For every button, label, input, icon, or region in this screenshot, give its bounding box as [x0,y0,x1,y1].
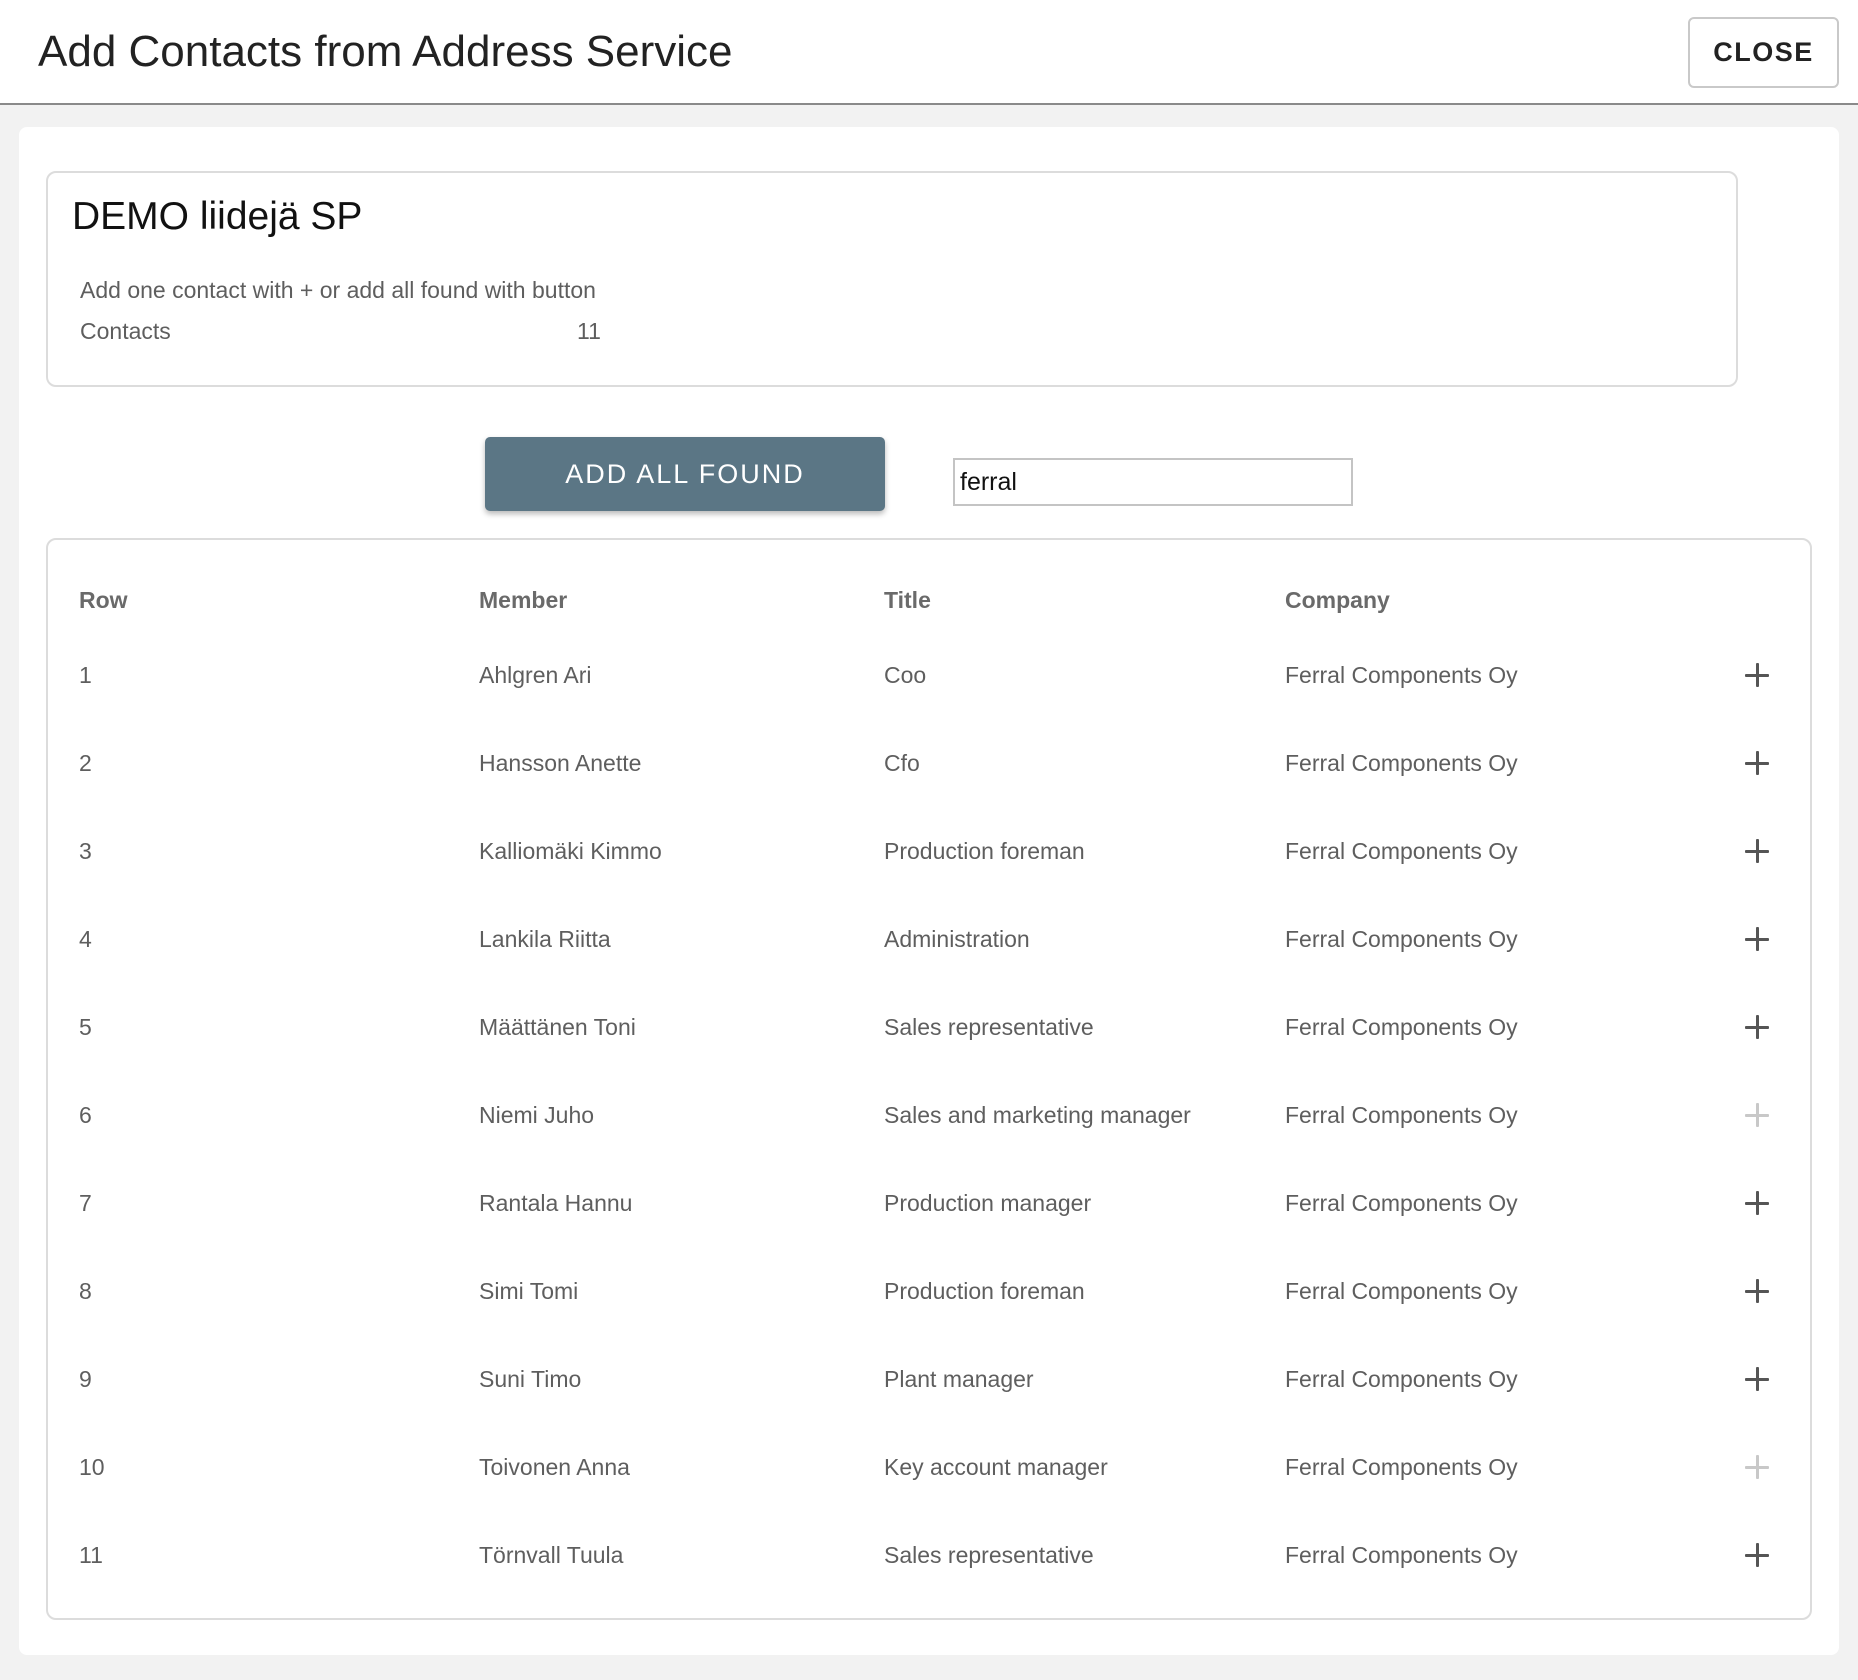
member-title: Production manager [884,1190,1092,1216]
add-contact-plus-icon[interactable] [1736,1006,1778,1048]
member-title: Cfo [884,750,920,776]
row-number: 11 [79,1542,103,1568]
row-number: 5 [79,1014,92,1040]
table-row: 1 Ahlgren Ari Coo Ferral Components Oy [48,660,1810,748]
table-header: Row Member Title Company [48,585,1810,625]
member-name: Hansson Anette [479,750,642,776]
list-name: DEMO liidejä SP [72,195,363,238]
column-header-member: Member [479,587,568,613]
add-contact-plus-icon[interactable] [1736,830,1778,872]
member-company: Ferral Components Oy [1285,1542,1518,1568]
list-info-box: DEMO liidejä SP Add one contact with + o… [46,171,1738,387]
member-name: Törnvall Tuula [479,1542,624,1568]
member-company: Ferral Components Oy [1285,1278,1518,1304]
member-title: Production foreman [884,838,1085,864]
row-number: 2 [79,750,92,776]
add-all-found-button[interactable]: ADD ALL FOUND [485,437,885,511]
member-name: Määttänen Toni [479,1014,636,1040]
member-company: Ferral Components Oy [1285,1102,1518,1128]
search-input[interactable] [953,458,1353,506]
row-number: 3 [79,838,92,864]
table-body: 1 Ahlgren Ari Coo Ferral Components Oy 2… [48,660,1810,1628]
main-card: DEMO liidejä SP Add one contact with + o… [19,127,1839,1655]
member-title: Sales representative [884,1542,1094,1568]
table-row: 9 Suni Timo Plant manager Ferral Compone… [48,1364,1810,1452]
member-company: Ferral Components Oy [1285,1014,1518,1040]
member-name: Suni Timo [479,1366,582,1392]
member-name: Simi Tomi [479,1278,579,1304]
table-row: 4 Lankila Riitta Administration Ferral C… [48,924,1810,1012]
row-number: 1 [79,662,92,688]
table-row: 2 Hansson Anette Cfo Ferral Components O… [48,748,1810,836]
column-header-row: Row [79,587,128,613]
close-button[interactable]: CLOSE [1688,17,1839,88]
add-contact-plus-icon[interactable] [1736,654,1778,696]
add-contact-plus-icon[interactable] [1736,1270,1778,1312]
member-company: Ferral Components Oy [1285,1454,1518,1480]
table-row: 6 Niemi Juho Sales and marketing manager… [48,1100,1810,1188]
dialog-header: Add Contacts from Address Service CLOSE [0,0,1858,105]
member-name: Kalliomäki Kimmo [479,838,662,864]
row-number: 9 [79,1366,92,1392]
row-number: 8 [79,1278,92,1304]
row-number: 7 [79,1190,92,1216]
contacts-count: 11 [577,318,601,344]
row-number: 4 [79,926,92,952]
member-title: Production foreman [884,1278,1085,1304]
member-name: Ahlgren Ari [479,662,592,688]
member-company: Ferral Components Oy [1285,662,1518,688]
member-company: Ferral Components Oy [1285,838,1518,864]
column-header-title: Title [884,587,931,613]
member-company: Ferral Components Oy [1285,1366,1518,1392]
member-name: Rantala Hannu [479,1190,633,1216]
member-title: Plant manager [884,1366,1034,1392]
row-number: 6 [79,1102,92,1128]
add-contact-plus-icon[interactable] [1736,1446,1778,1488]
add-contact-plus-icon[interactable] [1736,742,1778,784]
contacts-label: Contacts [80,318,171,344]
add-contact-plus-icon[interactable] [1736,1094,1778,1136]
add-contact-plus-icon[interactable] [1736,1182,1778,1224]
table-row: 10 Toivonen Anna Key account manager Fer… [48,1452,1810,1540]
member-name: Lankila Riitta [479,926,611,952]
member-name: Niemi Juho [479,1102,595,1128]
table-row: 11 Törnvall Tuula Sales representative F… [48,1540,1810,1628]
row-number: 10 [79,1454,105,1480]
table-row: 7 Rantala Hannu Production manager Ferra… [48,1188,1810,1276]
add-contact-plus-icon[interactable] [1736,918,1778,960]
member-title: Administration [884,926,1030,952]
table-row: 8 Simi Tomi Production foreman Ferral Co… [48,1276,1810,1364]
add-contact-plus-icon[interactable] [1736,1358,1778,1400]
member-title: Key account manager [884,1454,1108,1480]
column-header-company: Company [1285,587,1390,613]
table-row: 3 Kalliomäki Kimmo Production foreman Fe… [48,836,1810,924]
member-company: Ferral Components Oy [1285,1190,1518,1216]
member-company: Ferral Components Oy [1285,926,1518,952]
member-title: Sales and marketing manager [884,1102,1191,1128]
hint-text: Add one contact with + or add all found … [80,277,596,303]
dialog-title: Add Contacts from Address Service [38,27,733,76]
member-title: Sales representative [884,1014,1094,1040]
member-name: Toivonen Anna [479,1454,630,1480]
contacts-table: Row Member Title Company 1 Ahlgren Ari C… [46,538,1812,1620]
table-row: 5 Määttänen Toni Sales representative Fe… [48,1012,1810,1100]
add-contact-plus-icon[interactable] [1736,1534,1778,1576]
member-title: Coo [884,662,927,688]
member-company: Ferral Components Oy [1285,750,1518,776]
